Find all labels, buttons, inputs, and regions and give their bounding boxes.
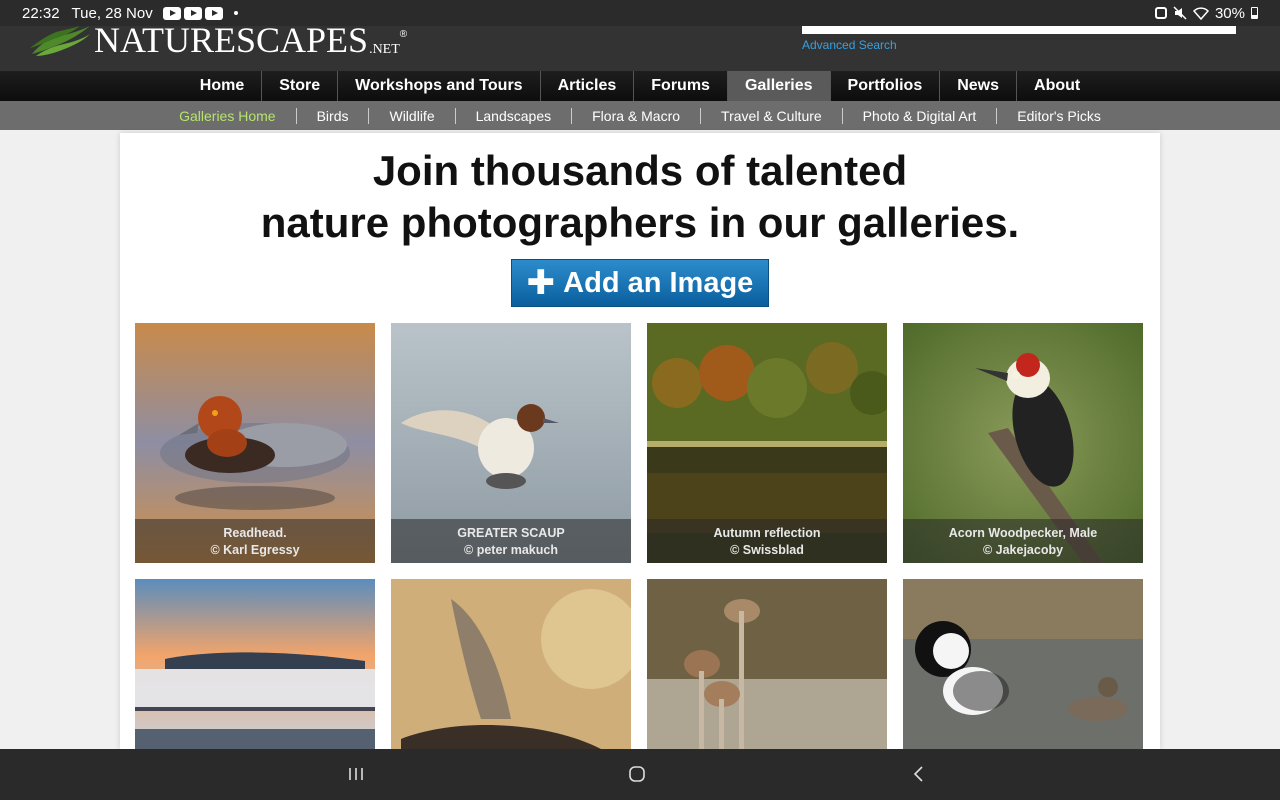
more-notifications-icon: [233, 11, 238, 15]
hooded-merganser-photo: [903, 579, 1143, 749]
subnav-item-landscapes[interactable]: Landscapes: [454, 107, 572, 124]
leaf-logo-icon: [30, 26, 90, 56]
logo-registered: ®: [399, 29, 408, 40]
subnav-item-travel-culture[interactable]: Travel & Culture: [700, 107, 842, 124]
recent-apps-icon[interactable]: [346, 764, 366, 784]
subnav-item-birds[interactable]: Birds: [295, 107, 369, 124]
youtube-notification-icon: [204, 6, 223, 20]
cormorant-photo: [391, 579, 631, 749]
system-nav-bar: [0, 749, 1280, 800]
nav-item-home[interactable]: Home: [183, 71, 261, 101]
tile-title: GREATER SCAUP: [457, 526, 565, 540]
wifi-icon: [1192, 7, 1209, 20]
nav-item-forums[interactable]: Forums: [633, 71, 727, 101]
back-icon[interactable]: [909, 764, 929, 784]
plus-icon: ✚: [526, 264, 556, 302]
tile-title: Autumn reflection: [713, 526, 821, 540]
add-image-button[interactable]: ✚ Add an Image: [511, 259, 769, 307]
nav-item-portfolios[interactable]: Portfolios: [829, 71, 940, 101]
subnav-item-wildlife[interactable]: Wildlife: [368, 107, 454, 124]
youtube-notification-icon: [183, 6, 202, 20]
status-time: 22:32: [22, 4, 60, 22]
headline-line-1: Join thousands of talented: [372, 147, 908, 194]
add-image-label: Add an Image: [563, 266, 754, 299]
alarm-icon: [1154, 7, 1167, 19]
battery-percent: 30%: [1214, 4, 1245, 22]
tile-caption: Acorn Woodpecker, Male © Jakejacoby: [903, 519, 1143, 563]
tile-caption: Autumn reflection © Swissblad: [647, 519, 887, 563]
nav-item-about[interactable]: About: [1016, 71, 1097, 101]
subnav-item-galleries-home[interactable]: Galleries Home: [159, 108, 295, 124]
mushrooms-photo: [647, 579, 887, 749]
nav-item-store[interactable]: Store: [261, 71, 337, 101]
logo-net: .NET: [369, 42, 400, 57]
tile-credit: © Karl Egressy: [210, 543, 300, 557]
gallery-tile[interactable]: [135, 579, 375, 749]
nav-item-news[interactable]: News: [939, 71, 1016, 101]
gallery-tile[interactable]: Readhead. © Karl Egressy: [135, 323, 375, 563]
main-nav: Home Store Workshops and Tours Articles …: [0, 71, 1280, 101]
subnav-item-flora-macro[interactable]: Flora & Macro: [571, 107, 700, 124]
search-input[interactable]: [802, 26, 1236, 34]
subnav-item-photo-digital-art[interactable]: Photo & Digital Art: [841, 107, 997, 124]
gallery-tile[interactable]: Acorn Woodpecker, Male © Jakejacoby: [903, 323, 1143, 563]
battery-icon: [1251, 7, 1258, 19]
tile-title: Acorn Woodpecker, Male: [948, 526, 1098, 540]
subnav-item-editors-picks[interactable]: Editor's Picks: [996, 107, 1121, 124]
nav-item-articles[interactable]: Articles: [539, 71, 634, 101]
nav-item-workshops[interactable]: Workshops and Tours: [337, 71, 539, 101]
galleries-subnav: Galleries Home Birds Wildlife Landscapes…: [0, 101, 1280, 130]
tile-credit: © Swissblad: [730, 543, 804, 557]
tile-caption: Readhead. © Karl Egressy: [135, 519, 375, 563]
gallery-tile[interactable]: Autumn reflection © Swissblad: [647, 323, 887, 563]
site-header: NATURESCAPES .NET ® Advanced Search: [0, 22, 1280, 71]
mute-icon: [1173, 6, 1187, 20]
page-headline: Join thousands of talented nature photog…: [120, 145, 1160, 249]
gallery-tile[interactable]: [903, 579, 1143, 749]
gallery-tile[interactable]: GREATER SCAUP © peter makuch: [391, 323, 631, 563]
headline-line-2: nature photographers in our galleries.: [260, 199, 1020, 246]
tile-credit: © peter makuch: [464, 543, 558, 557]
tile-credit: © Jakejacoby: [982, 543, 1064, 557]
nav-item-galleries[interactable]: Galleries: [726, 71, 830, 101]
gallery-tile[interactable]: [647, 579, 887, 749]
tile-title: Readhead.: [223, 526, 287, 540]
advanced-search-link[interactable]: Advanced Search: [802, 38, 897, 52]
status-date: Tue, 28 Nov: [71, 4, 153, 22]
foggy-sunset-photo: [135, 579, 375, 749]
logo-text: NATURESCAPES: [94, 20, 369, 60]
gallery-tile[interactable]: [391, 579, 631, 749]
galleries-content: Join thousands of talented nature photog…: [120, 133, 1160, 749]
status-bar: 22:32 Tue, 28 Nov 30%: [0, 0, 1280, 26]
tile-caption: GREATER SCAUP © peter makuch: [391, 519, 631, 563]
home-icon[interactable]: [627, 764, 647, 784]
youtube-notification-icon: [162, 6, 181, 20]
